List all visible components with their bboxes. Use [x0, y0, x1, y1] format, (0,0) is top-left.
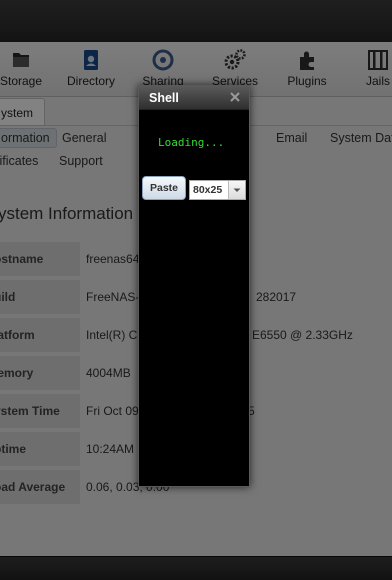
terminal-size-value: 80x25: [193, 184, 223, 196]
close-icon[interactable]: [229, 91, 241, 103]
shell-loading-text: Loading...: [158, 136, 225, 149]
chevron-down-icon: [233, 188, 241, 192]
freenas-page: Storage Directory Sharing Services Plugi…: [0, 0, 392, 580]
shell-dialog-titlebar[interactable]: Shell: [139, 86, 249, 110]
shell-dialog: Shell Loading... Paste 80x25: [138, 85, 250, 487]
terminal-size-select[interactable]: 80x25: [189, 180, 246, 200]
shell-dialog-title: Shell: [149, 91, 179, 105]
dropdown-arrow[interactable]: [228, 181, 245, 199]
paste-button[interactable]: Paste: [142, 176, 186, 200]
